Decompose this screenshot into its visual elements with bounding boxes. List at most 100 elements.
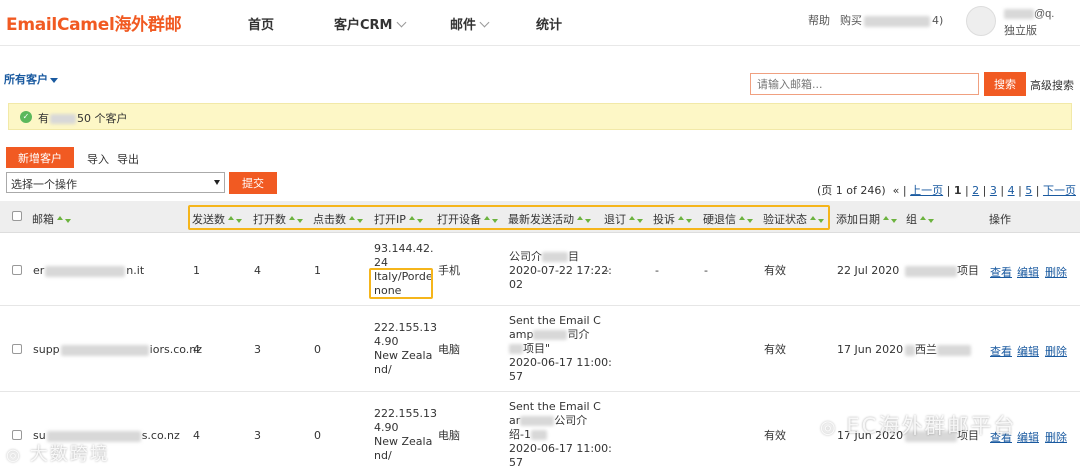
redacted-text xyxy=(864,15,930,27)
operation-select[interactable]: 选择一个操作 xyxy=(6,172,225,193)
highlight-box xyxy=(188,205,830,230)
sent-count: 4 xyxy=(193,343,200,356)
device-cell: 手机 xyxy=(438,264,460,277)
redacted-text xyxy=(542,252,568,262)
export-link[interactable]: 导出 xyxy=(117,151,139,167)
opens-count: 4 xyxy=(254,264,261,277)
page-link-3[interactable]: 3 xyxy=(990,184,997,197)
col-added-date[interactable]: 添加日期 xyxy=(836,211,897,227)
row-checkbox[interactable] xyxy=(12,265,22,275)
col-actions: 操作 xyxy=(989,213,1011,226)
view-link[interactable]: 查看 xyxy=(990,343,1012,359)
caret-down-icon xyxy=(50,77,58,83)
redacted-text xyxy=(60,344,149,356)
nav-stats[interactable]: 统计 xyxy=(536,14,562,33)
table-row[interactable]: er n.it 1 4 1 93.144.42. 24 Italy/Porde none… xyxy=(0,234,1080,306)
opens-count: 3 xyxy=(254,343,261,356)
buy-link[interactable]: 购买 4) xyxy=(840,12,943,28)
redacted-text xyxy=(905,344,915,356)
added-date: 22 Jul 2020 xyxy=(837,264,900,277)
delete-link[interactable]: 删除 xyxy=(1045,429,1067,445)
avatar[interactable] xyxy=(966,6,996,36)
added-date: 17 Jun 2020 xyxy=(837,343,904,356)
operation-select-value: 选择一个操作 xyxy=(11,178,77,191)
edit-link[interactable]: 编辑 xyxy=(1017,429,1039,445)
device-cell: 电脑 xyxy=(438,429,460,442)
advanced-search-link[interactable]: 高级搜索 xyxy=(1030,77,1074,93)
activity-cell: Sent the Email C ar 公司介 绍-1 2020-06-17 11… xyxy=(509,400,612,469)
page-link-2[interactable]: 2 xyxy=(972,184,979,197)
submit-button[interactable]: 提交 xyxy=(229,172,277,194)
watermark-left: ◎ 大数跨境 xyxy=(6,444,110,465)
clicks-count: 0 xyxy=(314,343,321,356)
open-ip-cell: 222.155.13 4.90 New Zeala nd/ xyxy=(374,407,437,462)
page-link-5[interactable]: 5 xyxy=(1025,184,1032,197)
add-customer-button[interactable]: 新增客户 xyxy=(6,147,74,168)
sort-icon xyxy=(883,216,897,224)
verify-status: 有效 xyxy=(764,264,786,277)
help-link[interactable]: 帮助 xyxy=(808,12,830,28)
redacted-text xyxy=(530,430,547,440)
select-all-checkbox[interactable] xyxy=(12,211,22,221)
chevron-down-icon xyxy=(479,17,490,28)
clicks-count: 0 xyxy=(314,429,321,442)
nav-home[interactable]: 首页 xyxy=(248,14,274,33)
redacted-text xyxy=(45,265,126,277)
clicks-count: 1 xyxy=(314,264,321,277)
page-current: 1 xyxy=(953,184,962,197)
activity-cell: Sent the Email C amp 司介 项目" 2020-06-17 11… xyxy=(509,314,612,383)
first-page-link[interactable]: « xyxy=(893,184,900,197)
search-input[interactable] xyxy=(750,73,979,95)
top-bar: EmailCamel海外群邮 首页 客户CRM 邮件 统计 帮助 购买 4) @q… xyxy=(0,0,1080,46)
sort-icon xyxy=(57,216,71,224)
hard-bounce-cell: - xyxy=(704,264,708,277)
wechat-icon: ◎ xyxy=(6,445,22,464)
activity-cell: 公司介目 2020-07-22 17:22: 02 xyxy=(509,250,612,291)
customer-count-text: 有 50 个客户 xyxy=(38,112,128,125)
pagination: (页 1 of 246) « | 上一页 | 1 | 2 | 3 | 4 | 5… xyxy=(817,184,1080,197)
all-customers-dropdown[interactable]: 所有客户 xyxy=(4,71,58,87)
sent-count: 4 xyxy=(193,429,200,442)
page-link-4[interactable]: 4 xyxy=(1008,184,1015,197)
nav-mail[interactable]: 邮件 xyxy=(450,14,490,33)
verify-status: 有效 xyxy=(764,343,786,356)
watermark-right: ◎ EC海外群邮平台 xyxy=(820,414,1017,438)
delete-link[interactable]: 删除 xyxy=(1045,264,1067,280)
verify-status: 有效 xyxy=(764,429,786,442)
row-checkbox[interactable] xyxy=(12,344,22,354)
check-circle-icon: ✓ xyxy=(20,111,32,123)
wechat-icon: ◎ xyxy=(820,417,838,438)
device-cell: 电脑 xyxy=(438,343,460,356)
col-email[interactable]: 邮箱 xyxy=(32,211,71,227)
edit-link[interactable]: 编辑 xyxy=(1017,264,1039,280)
prev-page-link[interactable]: 上一页 xyxy=(910,184,943,197)
edit-link[interactable]: 编辑 xyxy=(1017,343,1039,359)
page-info: (页 1 of 246) xyxy=(817,184,886,197)
row-checkbox[interactable] xyxy=(12,430,22,440)
nav-crm[interactable]: 客户CRM xyxy=(334,14,406,33)
complaint-cell: - xyxy=(655,264,659,277)
user-email[interactable]: @q. xyxy=(1004,8,1054,20)
col-group[interactable]: 组 xyxy=(906,211,934,227)
redacted-text xyxy=(50,114,76,124)
next-page-link[interactable]: 下一页 xyxy=(1043,184,1076,197)
caret-down-icon xyxy=(214,180,220,185)
redacted-text xyxy=(937,344,971,356)
redacted-text xyxy=(1004,9,1034,20)
opens-count: 3 xyxy=(254,429,261,442)
email-cell: er n.it xyxy=(33,264,145,277)
group-cell: 西兰 xyxy=(905,343,971,357)
open-ip-cell: 222.155.13 4.90 New Zeala nd/ xyxy=(374,321,437,376)
group-cell: 项目 xyxy=(905,264,979,278)
unsubscribe-cell: - xyxy=(605,264,609,277)
plan-label: 独立版 xyxy=(1004,24,1037,37)
table-row[interactable]: supp iors.co.nz 4 3 0 222.155.13 4.90 New Z… xyxy=(0,306,1080,392)
delete-link[interactable]: 删除 xyxy=(1045,343,1067,359)
redacted-text xyxy=(533,330,568,340)
redacted-text xyxy=(905,265,957,277)
import-link[interactable]: 导入 xyxy=(87,151,109,167)
app-logo[interactable]: EmailCamel海外群邮 xyxy=(6,10,182,35)
search-button[interactable]: 搜索 xyxy=(984,72,1026,96)
view-link[interactable]: 查看 xyxy=(990,264,1012,280)
highlight-box xyxy=(369,268,433,299)
